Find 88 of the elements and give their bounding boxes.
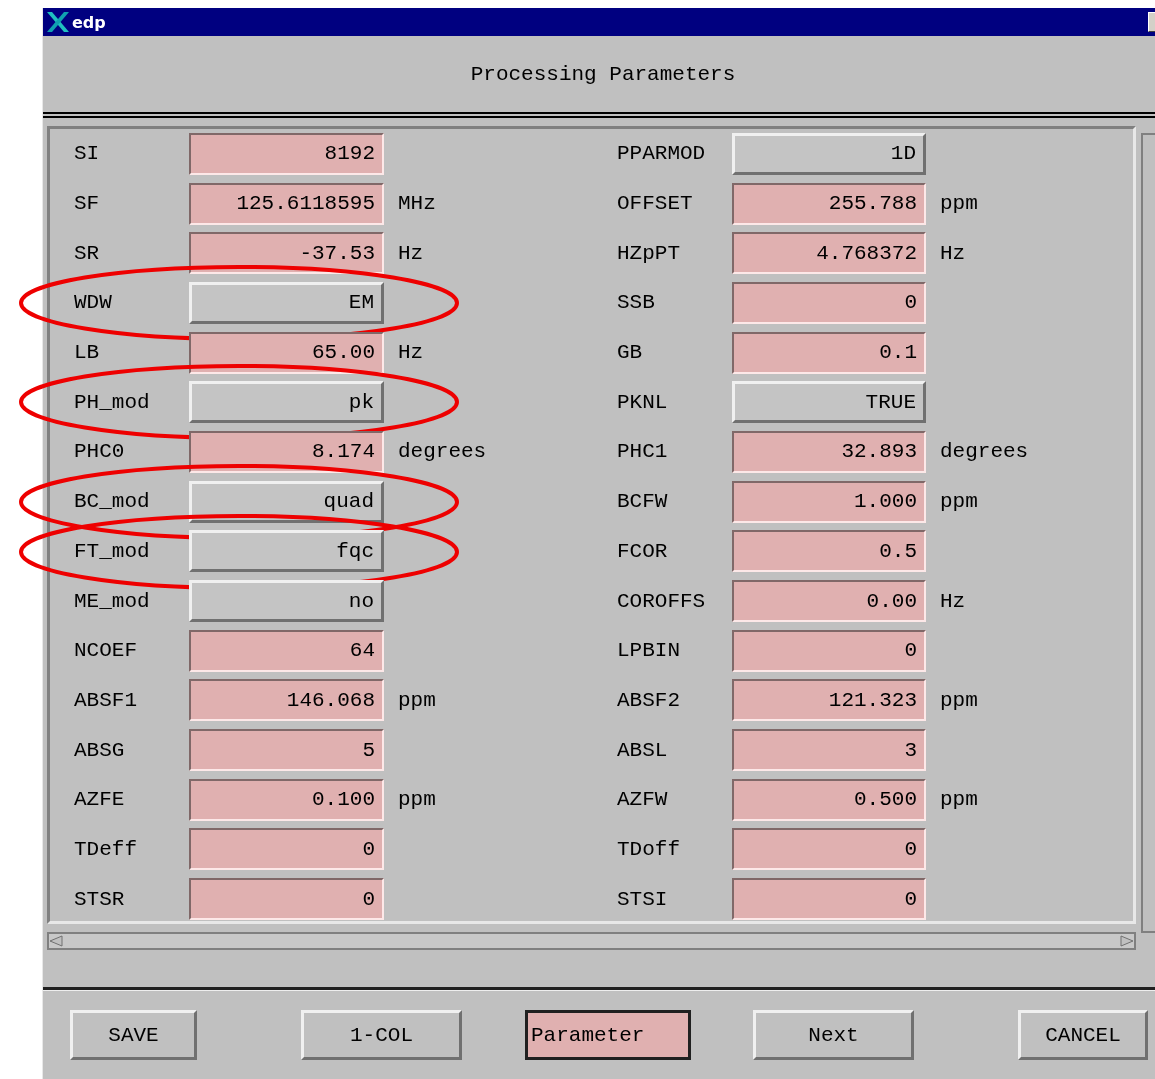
parameter-label: LPBIN xyxy=(617,639,681,663)
parameter-label: TDoff xyxy=(617,837,681,861)
parameter-label: AZFE xyxy=(74,788,126,812)
value-field[interactable]: 64 xyxy=(189,629,384,672)
left-arrow-icon[interactable] xyxy=(49,935,63,947)
unit-label: Hz xyxy=(939,241,967,265)
option-menu[interactable]: fqc xyxy=(189,530,384,573)
parameter-label: WDW xyxy=(74,291,113,315)
option-menu[interactable]: 1D xyxy=(732,132,926,175)
window-title: edp xyxy=(72,12,106,32)
right-arrow-icon[interactable] xyxy=(1120,935,1134,947)
option-menu[interactable]: EM xyxy=(189,281,384,324)
value-field[interactable]: 0.00 xyxy=(732,580,926,623)
value-field[interactable]: 0 xyxy=(732,878,926,921)
value-field[interactable]: 0.5 xyxy=(732,530,926,573)
value-field[interactable]: 121.323 xyxy=(732,679,926,722)
unit-label: ppm xyxy=(939,192,979,216)
value-field[interactable]: 255.788 xyxy=(732,182,926,225)
unit-label: Hz xyxy=(397,341,425,365)
value-field[interactable]: 4.768372 xyxy=(732,232,926,275)
value-field[interactable]: 0.500 xyxy=(732,778,926,821)
parameter-label: ABSF1 xyxy=(74,688,138,712)
value-field[interactable]: 32.893 xyxy=(732,430,926,473)
value-field[interactable]: 125.6118595 xyxy=(189,182,384,225)
option-menu[interactable]: quad xyxy=(189,480,384,523)
unit-label: ppm xyxy=(939,788,979,812)
dialog-button[interactable]: CANCEL xyxy=(1018,1010,1148,1060)
value-field[interactable]: 65.00 xyxy=(189,331,384,374)
value-field[interactable]: 0.100 xyxy=(189,778,384,821)
value-field[interactable]: 5 xyxy=(189,729,384,772)
parameter-label: SR xyxy=(74,241,101,265)
dialog-button[interactable]: 1-COL xyxy=(301,1010,462,1060)
unit-label: degrees xyxy=(397,440,488,464)
parameter-label: PKNL xyxy=(617,390,669,414)
value-field[interactable]: 1.000 xyxy=(732,480,926,523)
value-field[interactable]: 0 xyxy=(732,629,926,672)
dialog-button[interactable]: Next xyxy=(753,1010,914,1060)
parameter-label: BC_mod xyxy=(74,490,151,514)
horizontal-scrollbar[interactable] xyxy=(47,932,1136,950)
parameter-label: PHC0 xyxy=(74,440,126,464)
parameter-label: STSI xyxy=(617,887,669,911)
value-field[interactable]: 8192 xyxy=(189,132,384,175)
parameter-label: HZpPT xyxy=(617,241,681,265)
unit-label: Hz xyxy=(939,589,967,613)
value-field[interactable]: 8.174 xyxy=(189,430,384,473)
value-field[interactable]: -37.53 xyxy=(189,232,384,275)
unit-label: MHz xyxy=(397,192,437,216)
value-field[interactable]: 0 xyxy=(189,878,384,921)
dialog-button[interactable]: SAVE xyxy=(70,1010,197,1060)
parameter-label: ABSG xyxy=(74,738,126,762)
unit-label: ppm xyxy=(397,788,437,812)
value-field[interactable]: 3 xyxy=(732,729,926,772)
parameter-label: ABSF2 xyxy=(617,688,681,712)
parameter-label: COROFFS xyxy=(617,589,707,613)
x-logo-icon xyxy=(46,11,70,33)
parameter-label: PPARMOD xyxy=(617,142,707,166)
unit-label: ppm xyxy=(939,490,979,514)
option-menu[interactable]: no xyxy=(189,580,384,623)
parameter-label: NCOEF xyxy=(74,639,138,663)
value-field[interactable]: 146.068 xyxy=(189,679,384,722)
parameter-label: LB xyxy=(74,341,101,365)
value-field[interactable]: 0 xyxy=(189,828,384,871)
parameter-label: TDeff xyxy=(74,837,138,861)
parameter-label: SI xyxy=(74,142,101,166)
unit-label: ppm xyxy=(397,688,437,712)
option-menu[interactable]: TRUE xyxy=(732,381,926,424)
parameter-label: PHC1 xyxy=(617,440,669,464)
value-field[interactable]: 0.1 xyxy=(732,331,926,374)
parameter-label: BCFW xyxy=(617,490,669,514)
parameter-label: AZFW xyxy=(617,788,669,812)
option-menu[interactable]: pk xyxy=(189,381,384,424)
parameter-label: SSB xyxy=(617,291,656,315)
value-field[interactable]: 0 xyxy=(732,281,926,324)
dialog-title: Processing Parameters xyxy=(470,62,736,86)
parameter-label: FCOR xyxy=(617,539,669,563)
unit-label: ppm xyxy=(939,688,979,712)
parameter-label: PH_mod xyxy=(74,390,151,414)
dialog-button[interactable]: Parameter xyxy=(525,1010,691,1060)
parameter-label: GB xyxy=(617,341,644,365)
parameter-label: SF xyxy=(74,192,101,216)
value-field[interactable]: 0 xyxy=(732,828,926,871)
parameter-label: ME_mod xyxy=(74,589,151,613)
parameter-label: STSR xyxy=(74,887,126,911)
parameter-label: OFFSET xyxy=(617,192,694,216)
parameter-label: FT_mod xyxy=(74,539,151,563)
unit-label: degrees xyxy=(939,440,1030,464)
unit-label: Hz xyxy=(397,241,425,265)
parameter-label: ABSL xyxy=(617,738,669,762)
